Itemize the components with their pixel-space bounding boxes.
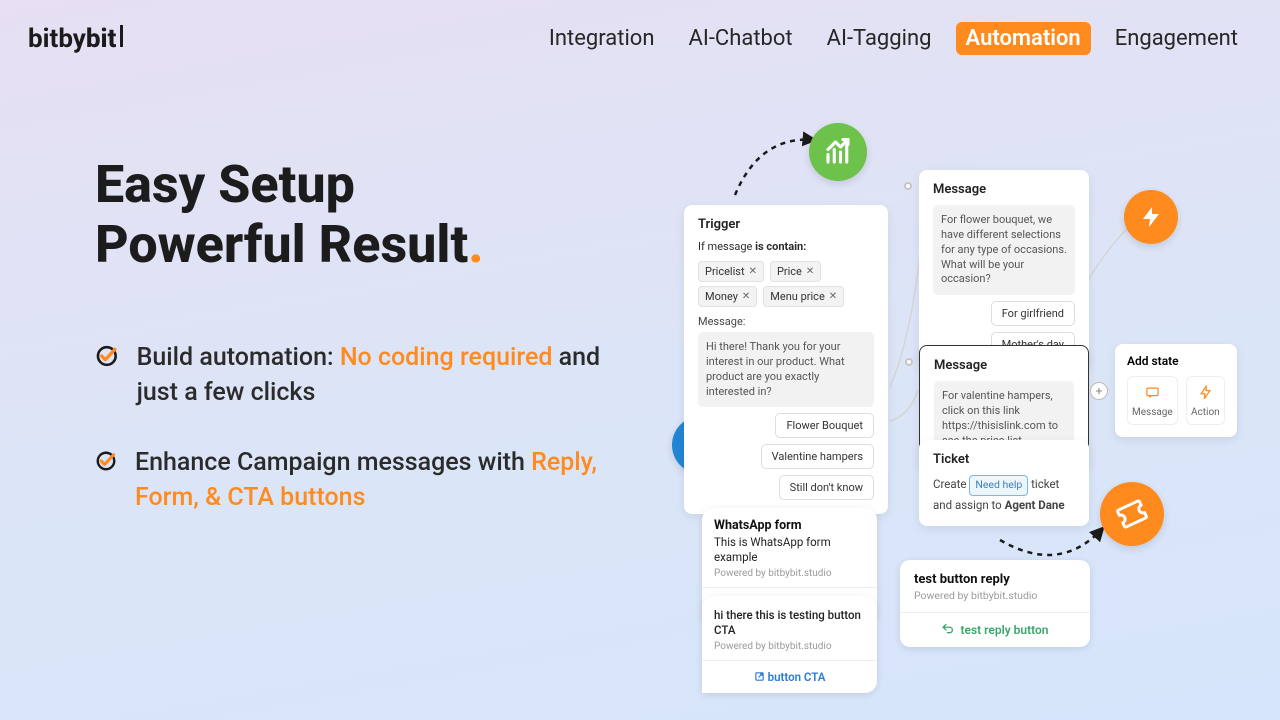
ticket-agent: Agent Dane <box>1005 498 1065 512</box>
logo-cursor <box>120 25 123 47</box>
close-icon[interactable]: ✕ <box>742 291 750 302</box>
trigger-message-body: Hi there! Thank you for your interest in… <box>698 332 874 407</box>
chat1-sub: Powered by bitbybit.studio <box>714 568 865 579</box>
main-nav: Integration AI-Chatbot AI-Tagging Automa… <box>539 22 1248 55</box>
external-link-icon <box>754 671 765 682</box>
logo-text: bitbybit <box>28 24 116 54</box>
chat-reply-button: test button reply Powered by bitbybit.st… <box>900 560 1090 647</box>
chat2-body: hi there this is testing button CTA <box>714 608 865 638</box>
add-state-panel: Add state Message Action <box>1115 344 1237 437</box>
bullet-2: Enhance Campaign messages with Reply, Fo… <box>95 445 615 515</box>
ticket-card[interactable]: Ticket Create Need help ticket and assig… <box>919 440 1089 526</box>
logo: bitbybit <box>28 24 123 54</box>
chat1-body: This is WhatsApp form example <box>714 535 865 565</box>
chat-button-cta: hi there this is testing button CTA Powe… <box>702 596 877 693</box>
ticket-title: Ticket <box>933 452 1075 467</box>
bullet-1: Build automation: No coding required and… <box>95 340 615 410</box>
close-icon[interactable]: ✕ <box>806 266 814 277</box>
reply-sub: Powered by bitbybit.studio <box>914 589 1076 602</box>
message-card-1[interactable]: Message For flower bouquet, we have diff… <box>919 170 1089 369</box>
option-still-dont-know[interactable]: Still don't know <box>779 475 874 500</box>
message-icon <box>1132 385 1173 404</box>
ticket-tag: Need help <box>969 475 1028 496</box>
check-icon <box>95 445 117 477</box>
message-label: Message: <box>698 315 874 328</box>
message1-title: Message <box>933 182 1075 197</box>
add-state-title: Add state <box>1127 354 1225 368</box>
close-icon[interactable]: ✕ <box>749 266 757 277</box>
add-node-button[interactable]: + <box>1090 382 1108 400</box>
tag-menu-price[interactable]: Menu price✕ <box>763 286 844 307</box>
hero-title: Easy Setup Powerful Result. <box>95 155 615 275</box>
add-state-message[interactable]: Message <box>1127 376 1178 425</box>
bolt-icon <box>1191 385 1220 404</box>
automation-badge <box>1124 190 1178 244</box>
bolt-icon <box>1139 205 1163 229</box>
tag-money[interactable]: Money✕ <box>698 286 757 307</box>
nav-automation[interactable]: Automation <box>956 22 1091 55</box>
ticket-badge <box>1100 482 1164 546</box>
chat2-sub: Powered by bitbybit.studio <box>714 641 865 652</box>
nav-engagement[interactable]: Engagement <box>1105 22 1248 55</box>
option-flower-bouquet[interactable]: Flower Bouquet <box>775 413 874 438</box>
chart-growth-icon <box>823 137 853 167</box>
chat1-title: WhatsApp form <box>714 518 865 533</box>
close-icon[interactable]: ✕ <box>829 291 837 302</box>
reply-icon <box>941 624 954 637</box>
ticket-icon <box>1111 493 1154 536</box>
trigger-title: Trigger <box>698 217 874 232</box>
trigger-tags: Pricelist✕ Price✕ Money✕ Menu price✕ <box>698 259 874 309</box>
trigger-card[interactable]: Trigger If message is contain: Pricelist… <box>684 205 888 514</box>
add-state-action[interactable]: Action <box>1186 376 1225 425</box>
message2-title: Message <box>934 358 1074 373</box>
chat2-cta[interactable]: button CTA <box>714 661 865 693</box>
tag-price[interactable]: Price✕ <box>770 261 821 282</box>
nav-ai-chatbot[interactable]: AI-Chatbot <box>679 22 803 55</box>
trigger-condition-bold: is contain: <box>755 240 806 253</box>
growth-badge <box>809 123 867 181</box>
option-for-girlfriend[interactable]: For girlfriend <box>991 301 1075 326</box>
nav-integration[interactable]: Integration <box>539 22 665 55</box>
reply-title: test button reply <box>914 572 1076 587</box>
option-valentine-hampers[interactable]: Valentine hampers <box>761 444 874 469</box>
tag-pricelist[interactable]: Pricelist✕ <box>698 261 764 282</box>
check-icon <box>95 340 119 372</box>
hero-copy: Easy Setup Powerful Result. Build automa… <box>95 155 615 550</box>
trigger-condition-pre: If message <box>698 240 755 253</box>
message1-body: For flower bouquet, we have different se… <box>933 205 1075 295</box>
automation-canvas: Trigger If message is contain: Pricelist… <box>600 115 1260 715</box>
nav-ai-tagging[interactable]: AI-Tagging <box>817 22 942 55</box>
reply-cta[interactable]: test reply button <box>914 613 1076 647</box>
